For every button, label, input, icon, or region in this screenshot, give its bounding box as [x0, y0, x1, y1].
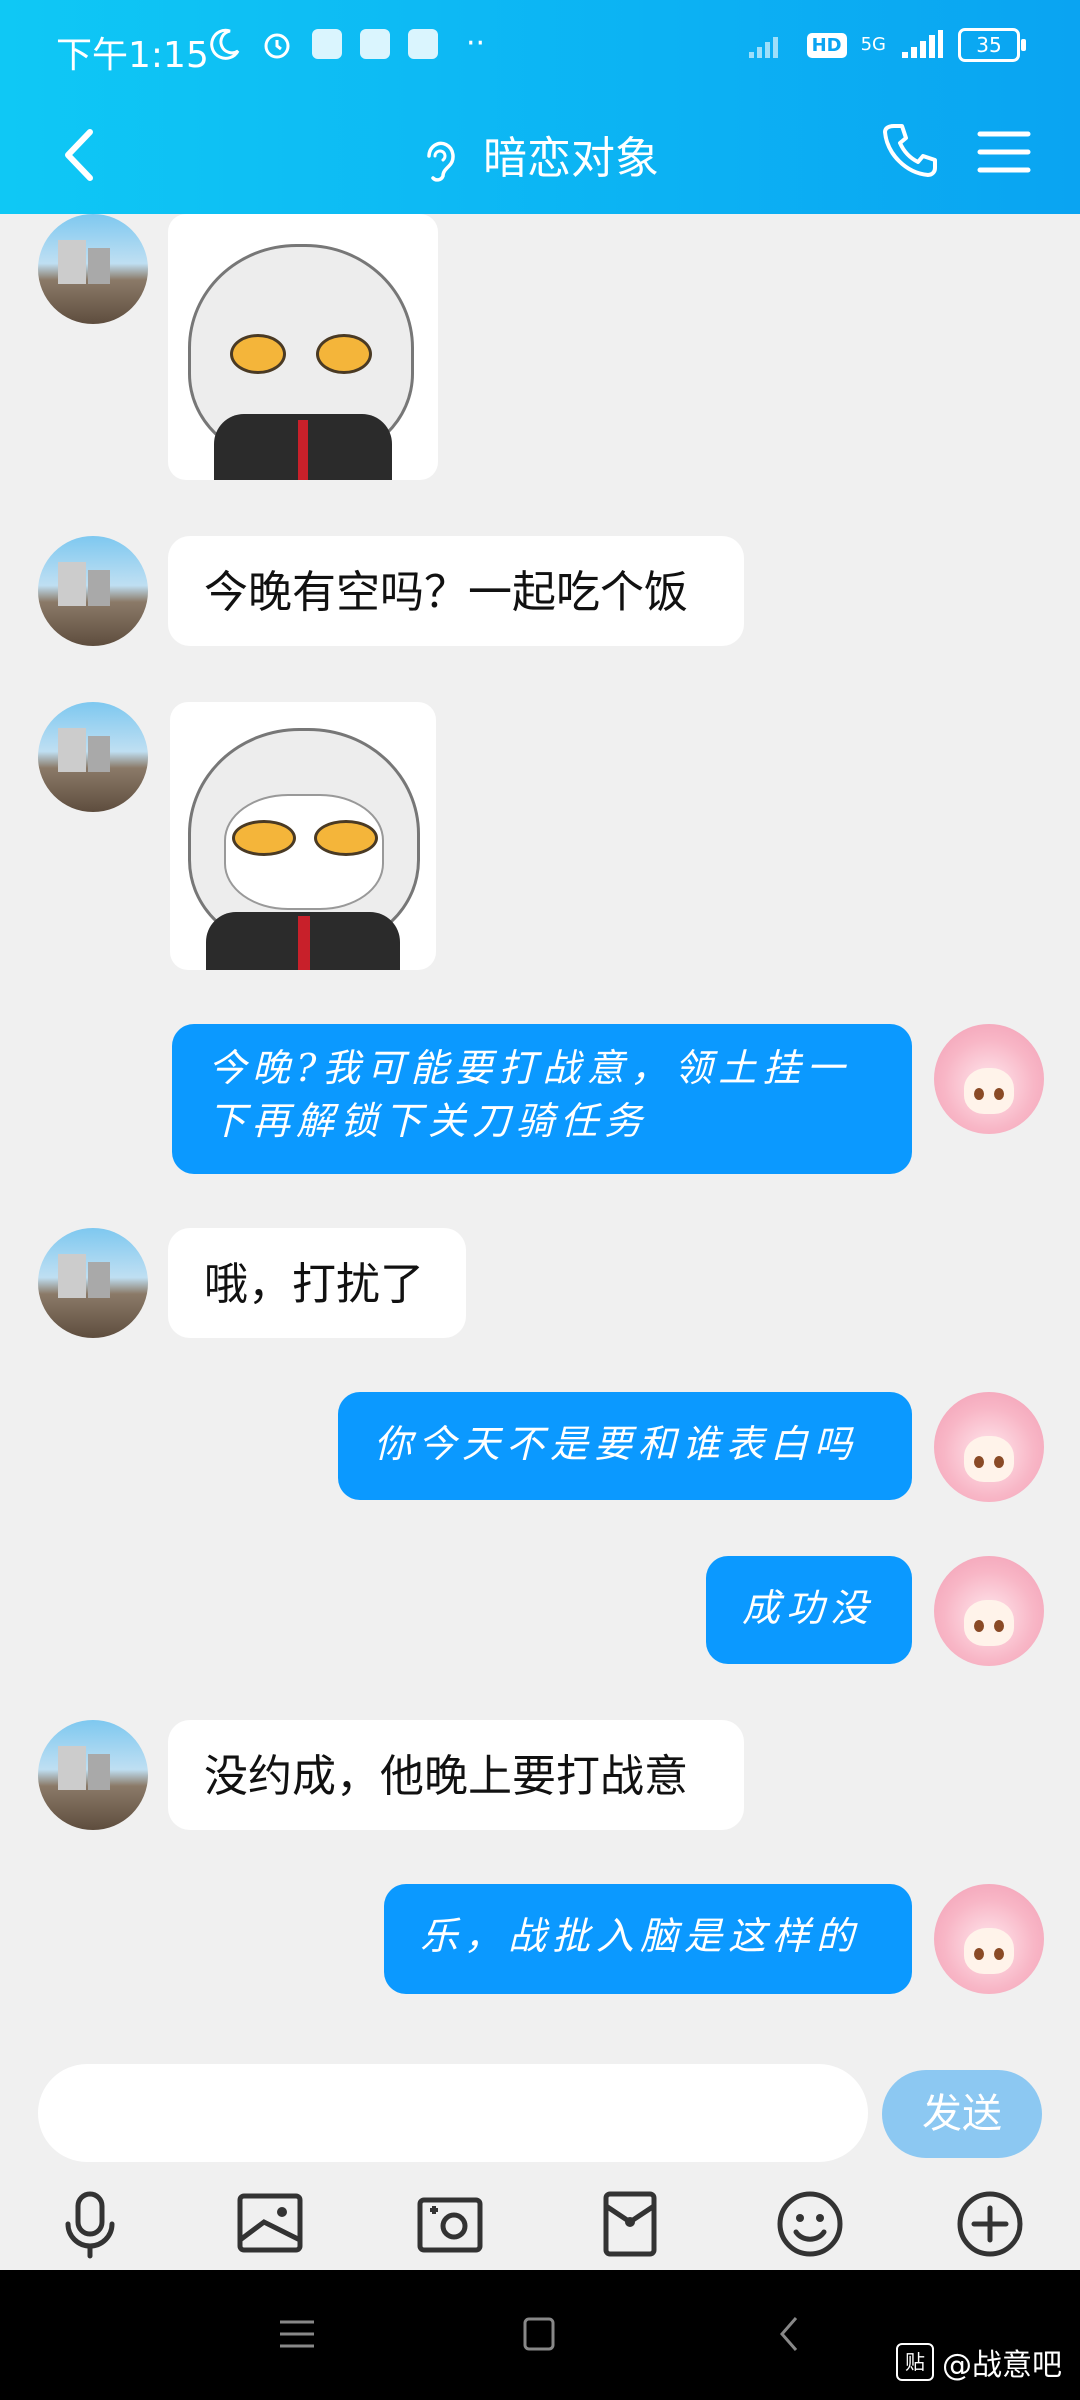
message-input[interactable] — [38, 2064, 868, 2162]
my-avatar[interactable] — [934, 1884, 1044, 1994]
wifi-signal-icon — [748, 37, 778, 58]
contact-avatar[interactable] — [38, 1228, 148, 1338]
message-bubble[interactable]: 你今天不是要和谁表白吗 — [338, 1392, 912, 1500]
message-bubble[interactable]: 成功没 — [706, 1556, 912, 1664]
status-notification-icons: ·· — [208, 26, 485, 61]
network-label: 5G — [860, 34, 886, 55]
microphone-icon[interactable] — [50, 2184, 130, 2264]
watermark-badge: 贴 — [896, 2343, 934, 2381]
status-time: 下午1:15 — [56, 35, 209, 76]
recent-apps-icon[interactable] — [278, 2316, 316, 2352]
chat-header: 下午1:15 ·· HD 5G 35 暗恋对象 — [0, 0, 1080, 214]
watermark-text: @战意吧 — [942, 2348, 1062, 2383]
system-back-icon[interactable] — [774, 2314, 804, 2354]
message-bubble[interactable]: 没约成，他晚上要打战意 — [168, 1720, 744, 1830]
contact-avatar[interactable] — [38, 1720, 148, 1830]
ear-icon — [427, 141, 455, 182]
hd-badge: HD — [806, 32, 847, 58]
plus-icon[interactable] — [950, 2184, 1030, 2264]
sticker-message[interactable] — [168, 214, 438, 480]
my-avatar[interactable] — [934, 1392, 1044, 1502]
notification-app-icon — [408, 28, 438, 59]
menu-icon[interactable] — [976, 124, 1032, 180]
chat-title: 暗恋对象 — [483, 133, 659, 184]
red-packet-icon[interactable] — [590, 2184, 670, 2264]
message-bubble[interactable]: 哦，打扰了 — [168, 1228, 466, 1338]
cell-signal-icon — [902, 30, 943, 58]
contact-avatar[interactable] — [38, 702, 148, 812]
home-icon[interactable] — [522, 2316, 556, 2352]
message-bubble[interactable]: 今晚?我可能要打战意，领土挂一下再解锁下关刀骑任务 — [172, 1024, 912, 1174]
watermark: 贴 @战意吧 — [896, 2340, 1062, 2384]
sticker-message[interactable] — [170, 702, 436, 970]
phone-icon[interactable] — [880, 120, 940, 180]
input-area: 发送 — [0, 2044, 1080, 2270]
status-bar: 下午1:15 ·· HD 5G 35 — [0, 0, 1080, 100]
my-avatar[interactable] — [934, 1556, 1044, 1666]
notification-app-icon — [360, 28, 390, 59]
contact-avatar[interactable] — [38, 214, 148, 324]
nav-bar: 暗恋对象 — [0, 100, 1080, 214]
battery-indicator: 35 — [958, 28, 1026, 62]
contact-avatar[interactable] — [38, 536, 148, 646]
camera-icon[interactable] — [410, 2184, 490, 2264]
message-bubble[interactable]: 今晚有空吗？一起吃个饭 — [168, 536, 744, 646]
more-notifications-icon: ·· — [466, 26, 486, 61]
alarm-icon — [264, 33, 290, 58]
message-bubble[interactable]: 乐，战批入脑是这样的 — [384, 1884, 912, 1994]
send-button[interactable]: 发送 — [882, 2070, 1042, 2158]
input-toolbar — [0, 2184, 1080, 2264]
notification-app-icon — [312, 28, 342, 59]
emoji-icon[interactable] — [770, 2184, 850, 2264]
my-avatar[interactable] — [934, 1024, 1044, 1134]
message-list[interactable]: 今晚有空吗？一起吃个饭 今晚?我可能要打战意，领土挂一下再解锁下关刀骑任务 哦，… — [0, 214, 1080, 2044]
status-right-icons: HD 5G 35 — [747, 28, 1026, 62]
system-navigation-bar: 贴 @战意吧 — [0, 2270, 1080, 2400]
moon-icon — [210, 28, 240, 60]
image-icon[interactable] — [230, 2184, 310, 2264]
